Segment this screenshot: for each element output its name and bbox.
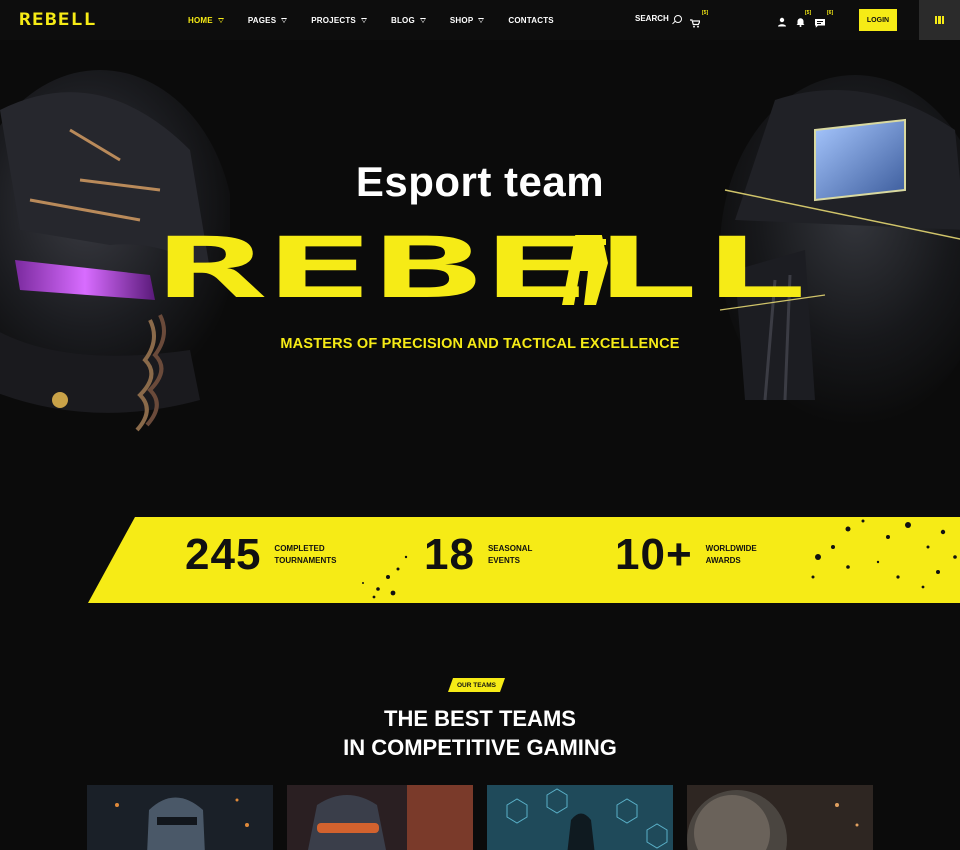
hero-subtitle: Esport team [355,158,605,205]
main-nav: HOME PAGES PROJECTS BLOG SHOP CONTACTS [188,0,578,40]
team-card-image [487,785,673,850]
cart-button[interactable]: [5] [690,10,708,33]
team-card-image [287,785,473,850]
stat-awards: 10+ WORLDWIDE AWARDS [615,530,786,580]
team-card-image [687,785,873,850]
chat-icon [815,19,825,28]
chevron-down-icon [360,17,367,23]
bell-icon [796,18,805,27]
stat-label-line2: AWARDS [705,556,741,565]
grid-menu-icon [934,16,945,24]
stat-label-line1: WORLDWIDE [705,544,757,553]
nav-projects-label: PROJECTS [311,15,356,25]
hero-title-text: REBELL [156,235,808,305]
search-button[interactable]: SEARCH [635,14,682,23]
stat-value: 10+ [615,530,693,579]
stat-value: 18 [424,530,475,579]
nav-pages-label: PAGES [247,15,277,25]
nav-home-label: HOME [188,15,213,25]
stat-label: WORLDWIDE AWARDS [706,543,786,567]
stat-label: COMPLETED TOURNAMENTS [274,543,354,567]
nav-contacts-label: CONTACTS [508,15,554,25]
stat-value: 245 [185,530,262,579]
nav-contacts[interactable]: CONTACTS [508,16,553,25]
hero-section: Esport team REBELL MASTERS OF PRECISION … [0,40,960,500]
team-card[interactable] [287,785,473,850]
chevron-down-icon [419,17,426,23]
section-eyebrow-badge: OUR TEAMS [448,678,505,692]
nav-pages[interactable]: PAGES [247,15,288,25]
team-card[interactable] [487,785,673,850]
nav-blog[interactable]: BLOG [391,16,426,25]
search-icon [673,14,682,23]
chevron-down-icon [478,17,485,23]
nav-shop-label: SHOP [449,15,474,25]
chevron-down-icon [217,17,224,23]
hero-tagline: MASTERS OF PRECISION AND TACTICAL EXCELL… [280,336,680,352]
team-card[interactable] [687,785,873,850]
messages-count-badge: [6] [827,10,834,16]
stat-label-line2: EVENTS [487,556,520,565]
cart-icon [690,19,701,28]
nav-projects[interactable]: PROJECTS [311,16,367,25]
team-card[interactable] [87,785,273,850]
chevron-down-icon [281,17,288,23]
stat-label-line1: COMPLETED [274,544,325,553]
user-icon [778,17,786,27]
menu-toggle-button[interactable] [919,0,960,40]
search-label: SEARCH [635,14,669,23]
messages-button[interactable]: [6] [815,10,833,33]
nav-blog-label: BLOG [390,15,415,25]
team-card-image [87,785,273,850]
cart-count-badge: [5] [702,10,709,16]
stat-label-line1: SEASONAL [487,544,533,553]
account-button[interactable] [778,14,786,32]
notifications-button[interactable]: [5] [796,10,811,32]
stat-tournaments: 245 COMPLETED TOURNAMENTS [185,530,354,580]
stat-events: 18 SEASONAL EVENTS [424,530,568,580]
teams-title-line1: THE BEST TEAMS [384,706,576,731]
teams-section-title: THE BEST TEAMS IN COMPETITIVE GAMING [0,704,960,762]
nav-shop[interactable]: SHOP [449,15,485,25]
top-navigation-bar: REBELL HOME PAGES PROJECTS BLOG SHOP CON… [0,0,960,40]
stat-label-line2: TOURNAMENTS [274,556,337,565]
teams-title-line2: IN COMPETITIVE GAMING [343,735,617,760]
hero-brand-title: REBELL [156,235,808,305]
stat-label: SEASONAL EVENTS [488,543,568,567]
nav-home[interactable]: HOME [188,16,224,25]
login-button[interactable]: LOGIN [859,9,897,31]
logo[interactable]: REBELL [19,10,97,30]
notifications-count-badge: [5] [805,10,812,16]
